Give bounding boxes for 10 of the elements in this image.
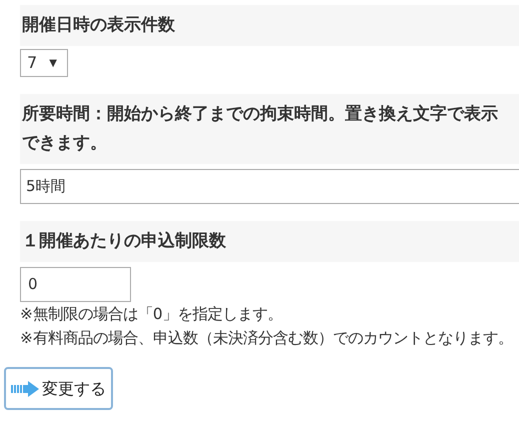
arrow-icon [11, 380, 39, 396]
duration-field[interactable]: 5時間 [20, 169, 519, 204]
submit-button[interactable]: 変更する [4, 367, 113, 410]
limit-field[interactable]: 0 [20, 267, 131, 302]
field-label: 開催日時の表示件数 [20, 5, 519, 46]
field-label: １開催あたりの申込制限数 [20, 221, 519, 262]
note-text: ※有料商品の場合、申込数（未決済分含む数）でのカウントとなります。 [20, 328, 514, 349]
note-text: ※無制限の場合は「0」を指定します。 [20, 304, 284, 325]
count-select[interactable]: 7 ▼ [20, 49, 68, 77]
field-label: 所要時間：開始から終了までの拘束時間。置き換え文字で表示できます。 [20, 94, 519, 164]
